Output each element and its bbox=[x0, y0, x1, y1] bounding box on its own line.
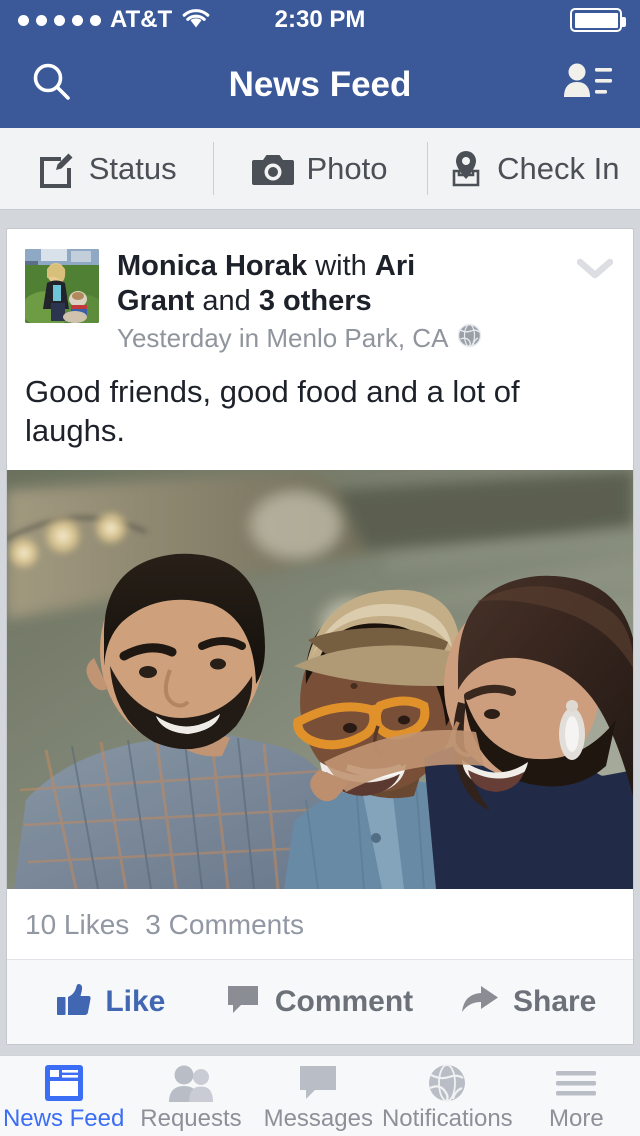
post-photo-image bbox=[7, 470, 633, 890]
battery-fill bbox=[574, 12, 618, 28]
status-bar-left: AT&T bbox=[18, 7, 211, 34]
like-button[interactable]: Like bbox=[7, 960, 216, 1044]
globe-notifications-icon bbox=[427, 1062, 467, 1104]
byline-connector-and: and bbox=[202, 284, 251, 317]
avatar-image bbox=[25, 249, 99, 323]
tab-more[interactable]: More bbox=[513, 1062, 640, 1131]
tab-more-label: More bbox=[548, 1105, 604, 1132]
comment-button[interactable]: Comment bbox=[216, 960, 425, 1044]
hamburger-more-icon bbox=[554, 1062, 598, 1104]
post-others-count[interactable]: 3 others bbox=[259, 285, 372, 317]
signal-dot bbox=[90, 14, 101, 26]
share-button-label: Share bbox=[512, 985, 597, 1019]
post-like-count[interactable]: 10 Likes bbox=[25, 911, 129, 939]
share-arrow-icon bbox=[461, 985, 499, 1020]
post-comment-count[interactable]: 3 Comments bbox=[145, 911, 304, 939]
post-byline: Monica Horak with Ari Grant and 3 others bbox=[117, 249, 555, 319]
post-action-bar: Like Comment Share bbox=[7, 960, 633, 1045]
composer-bar: Status Photo Check In bbox=[0, 128, 640, 210]
search-icon bbox=[29, 59, 75, 110]
post-author-name[interactable]: Monica Horak bbox=[117, 250, 307, 282]
comment-button-label: Comment bbox=[274, 985, 414, 1019]
news-feed-icon bbox=[43, 1062, 85, 1104]
feed-post-card: Monica Horak with Ari Grant and 3 others… bbox=[6, 228, 634, 1046]
tab-news-feed[interactable]: News Feed bbox=[0, 1062, 127, 1131]
signal-strength-dots bbox=[18, 14, 101, 26]
tab-notifications[interactable]: Notifications bbox=[382, 1062, 513, 1131]
composer-status-button[interactable]: Status bbox=[0, 128, 213, 209]
friend-requests-button[interactable] bbox=[558, 54, 618, 114]
share-button[interactable]: Share bbox=[424, 960, 633, 1044]
thumbs-up-icon bbox=[57, 983, 91, 1021]
friend-requests-icon bbox=[563, 60, 613, 109]
tab-requests-label: Requests bbox=[140, 1105, 242, 1132]
post-subtitle: Yesterday in Menlo Park, CA bbox=[117, 323, 555, 355]
status-bar: AT&T 2:30 PM bbox=[0, 0, 640, 40]
tab-messages-label: Messages bbox=[263, 1105, 373, 1132]
post-timestamp: Yesterday in Menlo Park, CA bbox=[117, 323, 449, 354]
post-meta: Monica Horak with Ari Grant and 3 others… bbox=[99, 249, 615, 355]
post-header: Monica Horak with Ari Grant and 3 others… bbox=[7, 229, 633, 365]
like-button-label: Like bbox=[105, 985, 166, 1019]
tab-messages[interactable]: Messages bbox=[255, 1062, 382, 1131]
post-text: Good friends, good food and a lot of lau… bbox=[25, 373, 520, 448]
tab-news-feed-label: News Feed bbox=[2, 1105, 125, 1132]
post-photo[interactable] bbox=[7, 470, 633, 890]
post-engagement-stats: 10 Likes 3 Comments bbox=[7, 889, 633, 961]
comment-bubble-icon bbox=[227, 984, 261, 1021]
status-bar-right bbox=[570, 8, 626, 32]
composer-checkin-label: Check In bbox=[497, 151, 620, 186]
messages-icon bbox=[298, 1062, 338, 1104]
composer-checkin-button[interactable]: Check In bbox=[426, 128, 640, 209]
carrier-name: AT&T bbox=[110, 6, 173, 33]
bottom-tab-bar: News Feed Requests Messages Notification… bbox=[0, 1055, 640, 1136]
byline-connector-with: with bbox=[315, 250, 367, 282]
composer-photo-button[interactable]: Photo bbox=[213, 128, 426, 209]
facebook-app-screen: AT&T 2:30 PM News Feed Status Photo Chec… bbox=[0, 0, 640, 1136]
friend-requests-icon bbox=[167, 1062, 215, 1104]
compose-status-icon bbox=[37, 149, 77, 189]
chevron-down-icon bbox=[576, 258, 614, 285]
camera-icon bbox=[252, 151, 295, 187]
composer-status-label: Status bbox=[88, 151, 177, 186]
signal-dot bbox=[54, 14, 65, 26]
page-title: News Feed bbox=[228, 64, 412, 104]
composer-photo-label: Photo bbox=[306, 151, 388, 186]
news-feed-scroll-area[interactable]: Monica Horak with Ari Grant and 3 others… bbox=[0, 211, 640, 1055]
avatar[interactable] bbox=[25, 249, 99, 323]
location-pin-icon bbox=[447, 149, 485, 189]
post-menu-button[interactable] bbox=[571, 251, 619, 291]
battery-full-icon bbox=[570, 8, 626, 32]
navigation-bar: News Feed bbox=[0, 40, 640, 128]
globe-icon bbox=[457, 323, 482, 355]
search-button[interactable] bbox=[22, 54, 82, 114]
signal-dot bbox=[18, 14, 29, 26]
tab-requests[interactable]: Requests bbox=[127, 1062, 254, 1131]
signal-dot bbox=[36, 14, 47, 26]
tab-notifications-label: Notifications bbox=[381, 1105, 513, 1132]
wifi-icon bbox=[181, 7, 211, 34]
signal-dot bbox=[72, 14, 83, 26]
